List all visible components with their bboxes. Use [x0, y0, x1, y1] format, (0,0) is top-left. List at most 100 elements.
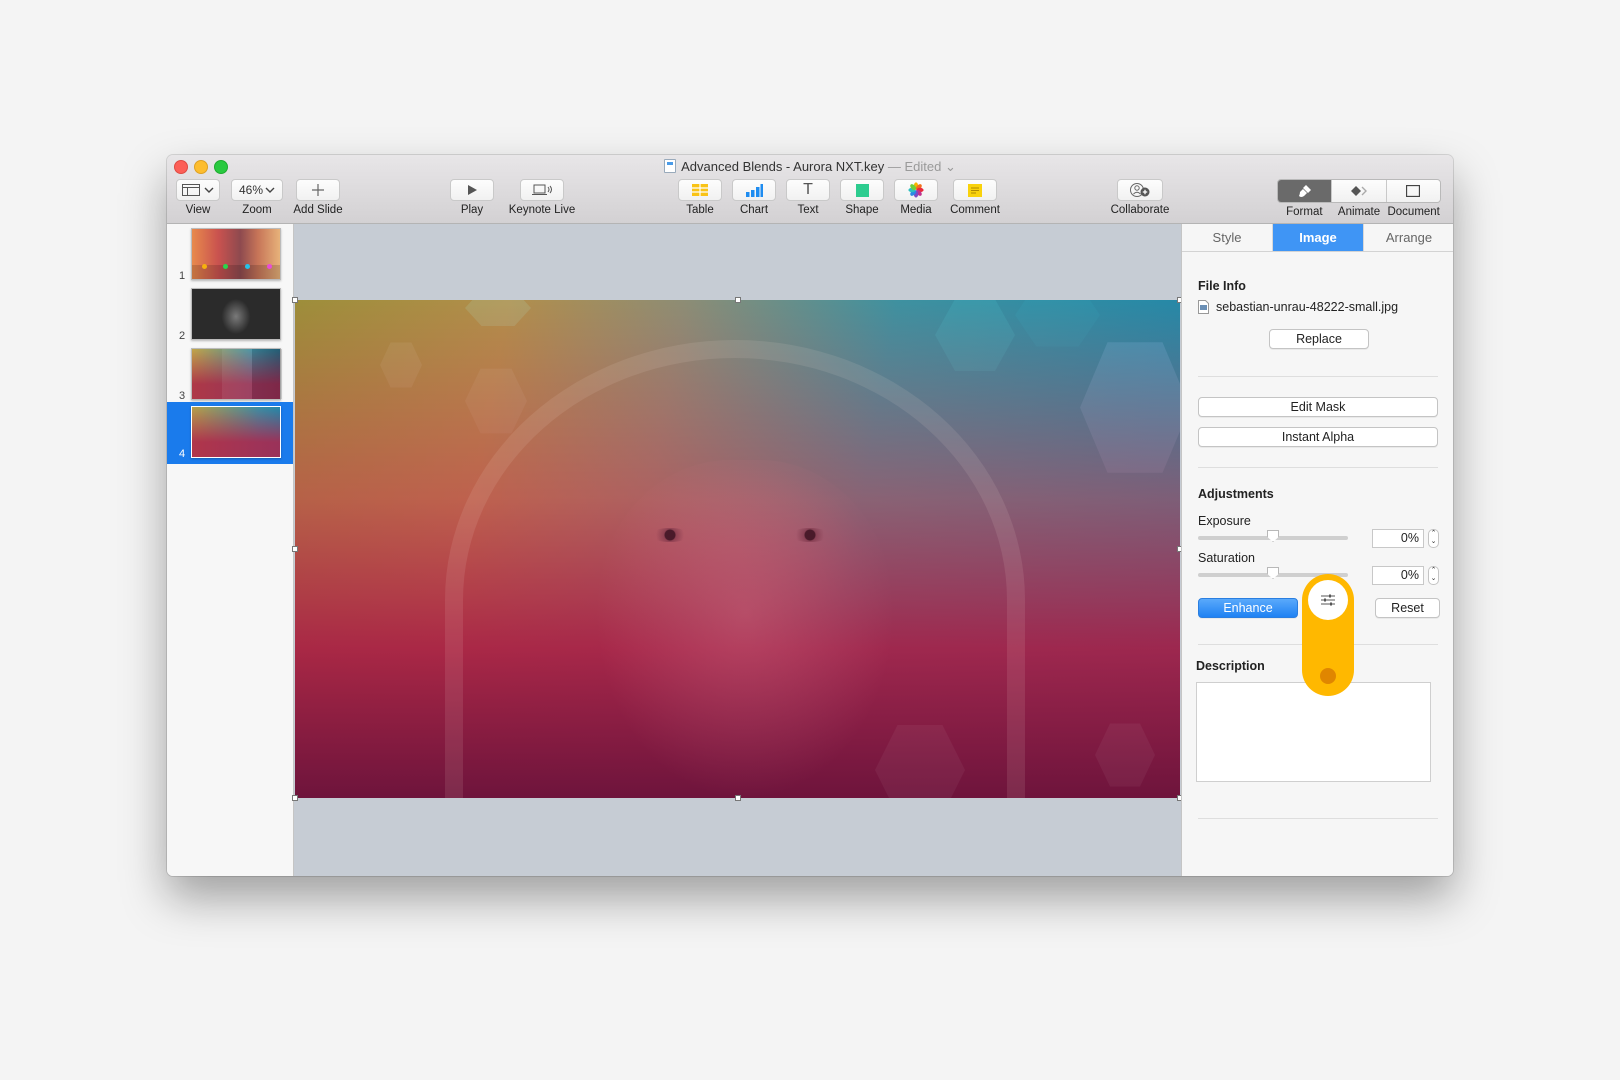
slide-thumbnail-row[interactable]: 1: [167, 224, 293, 286]
exposure-slider-knob[interactable]: [1267, 530, 1279, 542]
chevron-down-icon: [265, 187, 275, 193]
file-name: sebastian-unrau-48222-small.jpg: [1216, 300, 1399, 314]
table-label: Table: [686, 204, 714, 216]
collaborate-button[interactable]: [1117, 179, 1163, 201]
comment-button[interactable]: [953, 179, 997, 201]
add-person-icon: [1130, 183, 1150, 197]
edit-mask-button[interactable]: Edit Mask: [1198, 397, 1438, 417]
comment-control[interactable]: Comment: [949, 179, 1001, 216]
exposure-slider[interactable]: [1198, 530, 1348, 542]
animate-label: Animate: [1337, 206, 1381, 218]
advanced-adjustments-button[interactable]: [1308, 580, 1348, 620]
paintbrush-icon: [1298, 185, 1311, 197]
slide-thumbnail[interactable]: [191, 228, 281, 280]
exposure-stepper[interactable]: ⌃ ⌄: [1428, 529, 1439, 548]
exposure-label: Exposure: [1198, 514, 1251, 528]
text-button[interactable]: T: [786, 179, 830, 201]
text-label: Text: [797, 204, 819, 216]
animate-button[interactable]: [1332, 180, 1387, 202]
inspector-tabs: Style Image Arrange: [1182, 224, 1453, 252]
keynote-live-control[interactable]: Keynote Live: [503, 179, 581, 216]
text-icon: T: [803, 181, 813, 198]
keynote-live-button[interactable]: [520, 179, 564, 201]
media-button[interactable]: [894, 179, 938, 201]
collaborate-control[interactable]: Collaborate: [1107, 179, 1173, 216]
play-control[interactable]: Play: [449, 179, 495, 216]
adjustments-heading: Adjustments: [1198, 487, 1274, 501]
slide-number: 4: [179, 448, 186, 460]
shape-control[interactable]: Shape: [839, 179, 885, 216]
selected-image[interactable]: [295, 300, 1180, 798]
slide-thumbnail-row[interactable]: 4: [167, 402, 293, 464]
chart-button[interactable]: [732, 179, 776, 201]
slide-number: 3: [179, 390, 186, 402]
slide-thumbnail[interactable]: [191, 288, 281, 340]
tutorial-highlight-pointer: [1302, 574, 1354, 696]
exposure-field[interactable]: 0%: [1372, 529, 1424, 548]
slide-number: 1: [179, 270, 186, 282]
resize-handle-left[interactable]: [292, 546, 298, 552]
play-button[interactable]: [450, 179, 494, 201]
comment-label: Comment: [950, 204, 1000, 216]
format-inspector: Style Image Arrange File Info sebastian-…: [1181, 224, 1453, 876]
play-label: Play: [460, 204, 484, 216]
resize-handle-bottom-left[interactable]: [292, 795, 298, 801]
tab-arrange[interactable]: Arrange: [1364, 224, 1453, 251]
tab-image[interactable]: Image: [1273, 224, 1364, 251]
saturation-stepper[interactable]: ⌃ ⌄: [1428, 566, 1439, 585]
document-icon: [1406, 185, 1421, 197]
divider: [1198, 467, 1438, 468]
media-control[interactable]: Media: [893, 179, 939, 216]
text-control[interactable]: T Text: [785, 179, 831, 216]
saturation-label: Saturation: [1198, 551, 1255, 565]
zoom-label: Zoom: [242, 204, 272, 216]
pointer-dot: [1320, 668, 1336, 684]
table-button[interactable]: [678, 179, 722, 201]
tab-style[interactable]: Style: [1182, 224, 1273, 251]
sidebar-layout-icon: [182, 184, 200, 196]
slide-thumbnail-row[interactable]: 3: [167, 344, 293, 406]
shape-button[interactable]: [840, 179, 884, 201]
table-icon: [692, 184, 708, 196]
resize-handle-top[interactable]: [735, 297, 741, 303]
description-textarea[interactable]: [1196, 682, 1431, 782]
document-label: Document: [1387, 206, 1440, 218]
zoom-dropdown[interactable]: 46%: [231, 179, 283, 201]
format-button[interactable]: [1278, 180, 1333, 202]
saturation-slider-knob[interactable]: [1267, 567, 1279, 579]
slide-number: 2: [179, 330, 186, 342]
table-control[interactable]: Table: [677, 179, 723, 216]
document-name: Advanced Blends - Aurora NXT.key: [681, 159, 885, 174]
saturation-field[interactable]: 0%: [1372, 566, 1424, 585]
square-shape-icon: [855, 183, 869, 197]
keynote-document-icon: [664, 159, 677, 173]
play-icon: [468, 185, 477, 195]
enhance-button[interactable]: Enhance: [1198, 598, 1298, 618]
view-control[interactable]: View: [175, 179, 221, 216]
zoom-value: 46%: [238, 183, 264, 197]
slide-canvas[interactable]: [292, 224, 1183, 876]
slide-thumbnail-row[interactable]: 2: [167, 284, 293, 346]
resize-handle-bottom[interactable]: [735, 795, 741, 801]
add-slide-button[interactable]: [296, 179, 340, 201]
add-slide-control[interactable]: Add Slide: [289, 179, 347, 216]
chart-label: Chart: [739, 204, 769, 216]
resize-handle-top-left[interactable]: [292, 297, 298, 303]
window-title[interactable]: Advanced Blends - Aurora NXT.key — Edite…: [167, 159, 1453, 175]
toolbar: Advanced Blends - Aurora NXT.key — Edite…: [167, 155, 1453, 224]
reset-button[interactable]: Reset: [1375, 598, 1440, 618]
divider: [1198, 818, 1438, 819]
view-button[interactable]: [176, 179, 220, 201]
document-button[interactable]: [1386, 180, 1440, 202]
chart-control[interactable]: Chart: [731, 179, 777, 216]
zoom-control[interactable]: 46% Zoom: [231, 179, 283, 216]
slide-thumbnail[interactable]: [191, 348, 282, 400]
keynote-window: Advanced Blends - Aurora NXT.key — Edite…: [167, 155, 1453, 876]
slide-thumbnail[interactable]: [191, 406, 281, 458]
plus-icon: [312, 184, 324, 196]
instant-alpha-button[interactable]: Instant Alpha: [1198, 427, 1438, 447]
replace-button[interactable]: Replace: [1269, 329, 1369, 349]
inspector-segmented-control: [1277, 179, 1441, 203]
keynote-live-label: Keynote Live: [508, 204, 576, 216]
file-info-heading: File Info: [1198, 279, 1246, 293]
